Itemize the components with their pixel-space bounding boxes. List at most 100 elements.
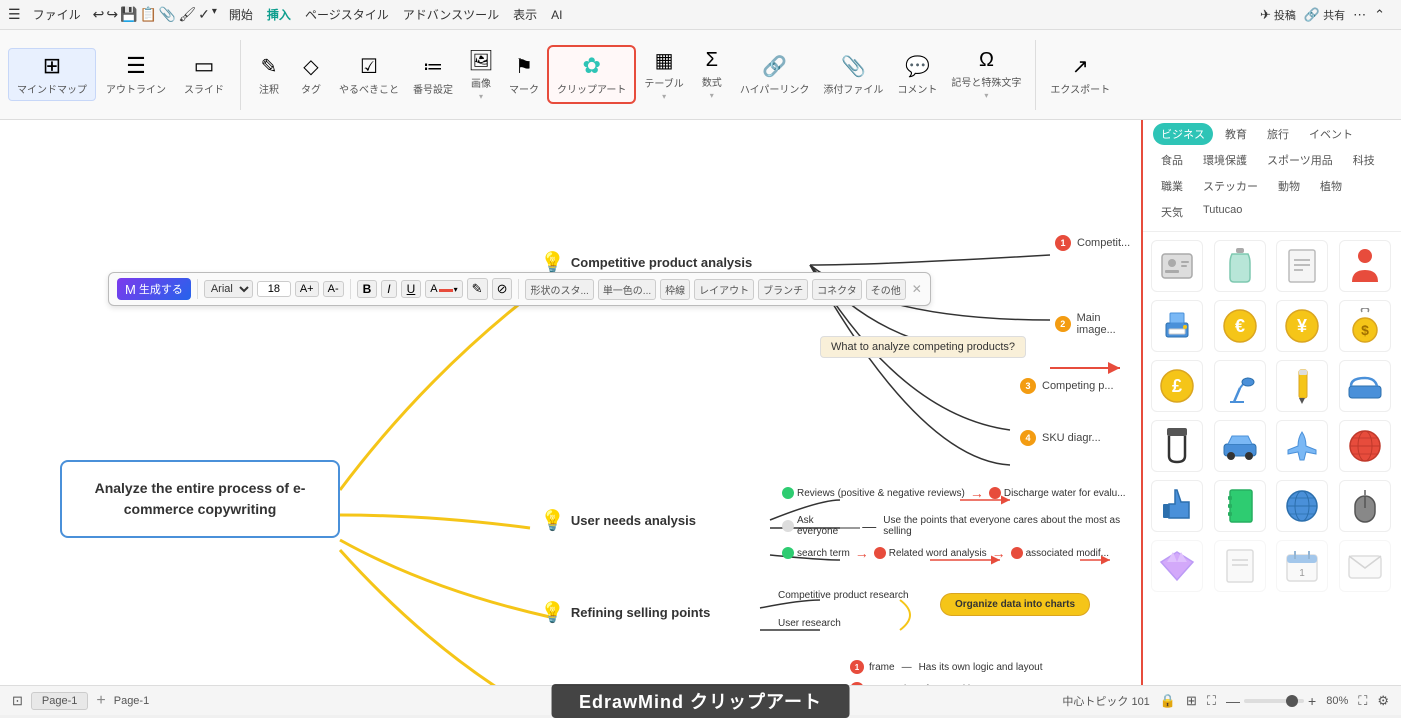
clipart-document[interactable] (1276, 240, 1328, 292)
bold-button[interactable]: B (357, 280, 378, 298)
clipart-euro[interactable]: € (1214, 300, 1266, 352)
clipart-mouse[interactable] (1339, 480, 1391, 532)
clipart-thumbsup[interactable] (1151, 480, 1203, 532)
zoom-in-button[interactable]: + (1308, 693, 1316, 709)
pen-tool-button[interactable]: ✎ (467, 278, 488, 300)
clipart-globe-red[interactable] (1339, 420, 1391, 472)
cat-animal[interactable]: 動物 (1270, 175, 1308, 197)
zoom-out-button[interactable]: — (1226, 693, 1240, 709)
clipart-airplane[interactable] (1276, 420, 1328, 472)
cat-environment[interactable]: 環境保護 (1195, 149, 1255, 171)
attachment-tool[interactable]: 📎 添付ファイル (817, 50, 889, 100)
formula-tool[interactable]: Σ 数式 ▾ (692, 45, 732, 104)
border-button[interactable]: 枠線 (660, 279, 690, 300)
branch-user-needs[interactable]: 💡 User needs analysis (540, 508, 696, 533)
clipart-pound[interactable]: £ (1151, 360, 1203, 412)
font-increase-button[interactable]: A+ (295, 281, 319, 297)
font-decrease-button[interactable]: A- (323, 281, 344, 297)
zoom-slider[interactable] (1244, 699, 1304, 703)
check-icon[interactable]: ✓ (198, 6, 210, 23)
competitive-what[interactable]: What to analyze competing products? (820, 336, 1026, 358)
cat-plant[interactable]: 植物 (1312, 175, 1350, 197)
cat-food[interactable]: 食品 (1153, 149, 1191, 171)
clipart-car[interactable] (1214, 420, 1266, 472)
collapse-sidebar-icon[interactable]: ☰ (8, 6, 21, 23)
close-toolbar-icon[interactable]: ✕ (912, 282, 922, 296)
eraser-button[interactable]: ⊘ (492, 278, 513, 300)
italic-button[interactable]: I (381, 280, 396, 298)
clipart-envelope[interactable] (1339, 540, 1391, 592)
menu-advanced[interactable]: アドバンスツール (397, 4, 505, 25)
more-menu-icon[interactable]: ⋯ (1353, 7, 1366, 23)
clipart-globe-blue[interactable] (1276, 480, 1328, 532)
central-node[interactable]: Analyze the entire process of e-commerce… (60, 460, 340, 538)
dropdown-arrow-icon[interactable]: ▾ (212, 6, 217, 23)
undo-icon[interactable]: ↩ (93, 6, 105, 23)
paste-icon[interactable]: 📎 (159, 6, 176, 23)
save-icon[interactable]: 💾 (120, 6, 137, 23)
clipart-money-bag[interactable]: $ (1339, 300, 1391, 352)
clipart-tool[interactable]: ✿ クリップアート (547, 45, 636, 104)
share-button[interactable]: 🔗 共有 (1304, 7, 1345, 23)
format-icon[interactable]: 🖌 (178, 6, 196, 23)
settings-icon[interactable]: ⚙ (1377, 693, 1389, 709)
cat-sticker[interactable]: ステッカー (1195, 175, 1266, 197)
clipart-stapler[interactable] (1339, 360, 1391, 412)
clipart-diamond[interactable] (1151, 540, 1203, 592)
comment-tool[interactable]: 💬 コメント (891, 50, 943, 100)
clipart-calendar[interactable]: 1 (1276, 540, 1328, 592)
clipart-id-card[interactable] (1151, 240, 1203, 292)
single-color-button[interactable]: 単一色の... (598, 279, 656, 300)
fullscreen-icon[interactable]: ⛶ (1207, 693, 1216, 709)
zoom-level-label[interactable]: 80% (1326, 695, 1348, 707)
clipart-person[interactable] (1339, 240, 1391, 292)
font-size-input[interactable] (257, 281, 291, 297)
grid-icon[interactable]: ⊞ (1186, 693, 1197, 709)
add-page-button[interactable]: + (92, 692, 109, 710)
cat-tech[interactable]: 科技 (1345, 149, 1383, 171)
lock-icon[interactable]: 🔒 (1160, 693, 1176, 709)
connector-button[interactable]: コネクタ (812, 279, 862, 300)
mark-tool[interactable]: ⚑ マーク (503, 50, 545, 100)
menu-ai[interactable]: AI (545, 6, 568, 24)
cat-business[interactable]: ビジネス (1153, 123, 1213, 145)
export-tool[interactable]: ↗ エクスポート (1044, 50, 1116, 100)
menu-pagestyle[interactable]: ページスタイル (299, 4, 395, 25)
expand-icon[interactable]: ⛶ (1358, 693, 1367, 709)
table-tool[interactable]: ▦ テーブル ▾ (638, 44, 689, 105)
mindmap-tool[interactable]: ⊞ マインドマップ (8, 48, 96, 101)
font-selector[interactable]: Arial (204, 280, 253, 298)
menu-insert[interactable]: 挿入 (261, 4, 297, 25)
post-button[interactable]: ✈ 投稿 (1260, 7, 1296, 23)
organize-data-box[interactable]: Organize data into charts (940, 593, 1090, 616)
cat-travel[interactable]: 旅行 (1259, 123, 1297, 145)
cat-event[interactable]: イベント (1301, 123, 1361, 145)
cat-sports[interactable]: スポーツ用品 (1259, 149, 1341, 171)
numbering-tool[interactable]: ≔ 番号設定 (407, 50, 459, 100)
clipart-document2[interactable] (1214, 540, 1266, 592)
clipart-printer[interactable] (1151, 300, 1203, 352)
text-color-button[interactable]: A ▾ (425, 280, 462, 298)
ai-generate-button[interactable]: M 生成する (117, 278, 191, 300)
redo-icon[interactable]: ↪ (106, 6, 118, 23)
clipart-bottle[interactable] (1214, 240, 1266, 292)
shape-style-button[interactable]: 形状のスタ... (525, 279, 593, 300)
fit-icon[interactable]: ⊡ (12, 693, 23, 709)
clipart-pencil[interactable] (1276, 360, 1328, 412)
todo-tool[interactable]: ☑ やるべきこと (333, 50, 405, 100)
page-tab-1[interactable]: Page-1 (31, 692, 88, 710)
collapse-icon[interactable]: ⌃ (1374, 7, 1385, 23)
special-char-tool[interactable]: Ω 記号と特殊文字 ▾ (945, 45, 1027, 104)
clipart-notebook[interactable] (1214, 480, 1266, 532)
hyperlink-tool[interactable]: 🔗 ハイパーリンク (734, 50, 816, 100)
cat-education[interactable]: 教育 (1217, 123, 1255, 145)
menu-start[interactable]: 開始 (223, 4, 259, 25)
cat-occupation[interactable]: 職業 (1153, 175, 1191, 197)
slide-tool[interactable]: ▭ スライド (176, 49, 232, 100)
clipart-desk-lamp[interactable] (1214, 360, 1266, 412)
copy-icon[interactable]: 📋 (139, 6, 156, 23)
outline-tool[interactable]: ☰ アウトライン (98, 49, 174, 100)
clipart-yen[interactable]: ¥ (1276, 300, 1328, 352)
more-options-button[interactable]: その他 (866, 279, 906, 300)
underline-button[interactable]: U (401, 280, 422, 298)
